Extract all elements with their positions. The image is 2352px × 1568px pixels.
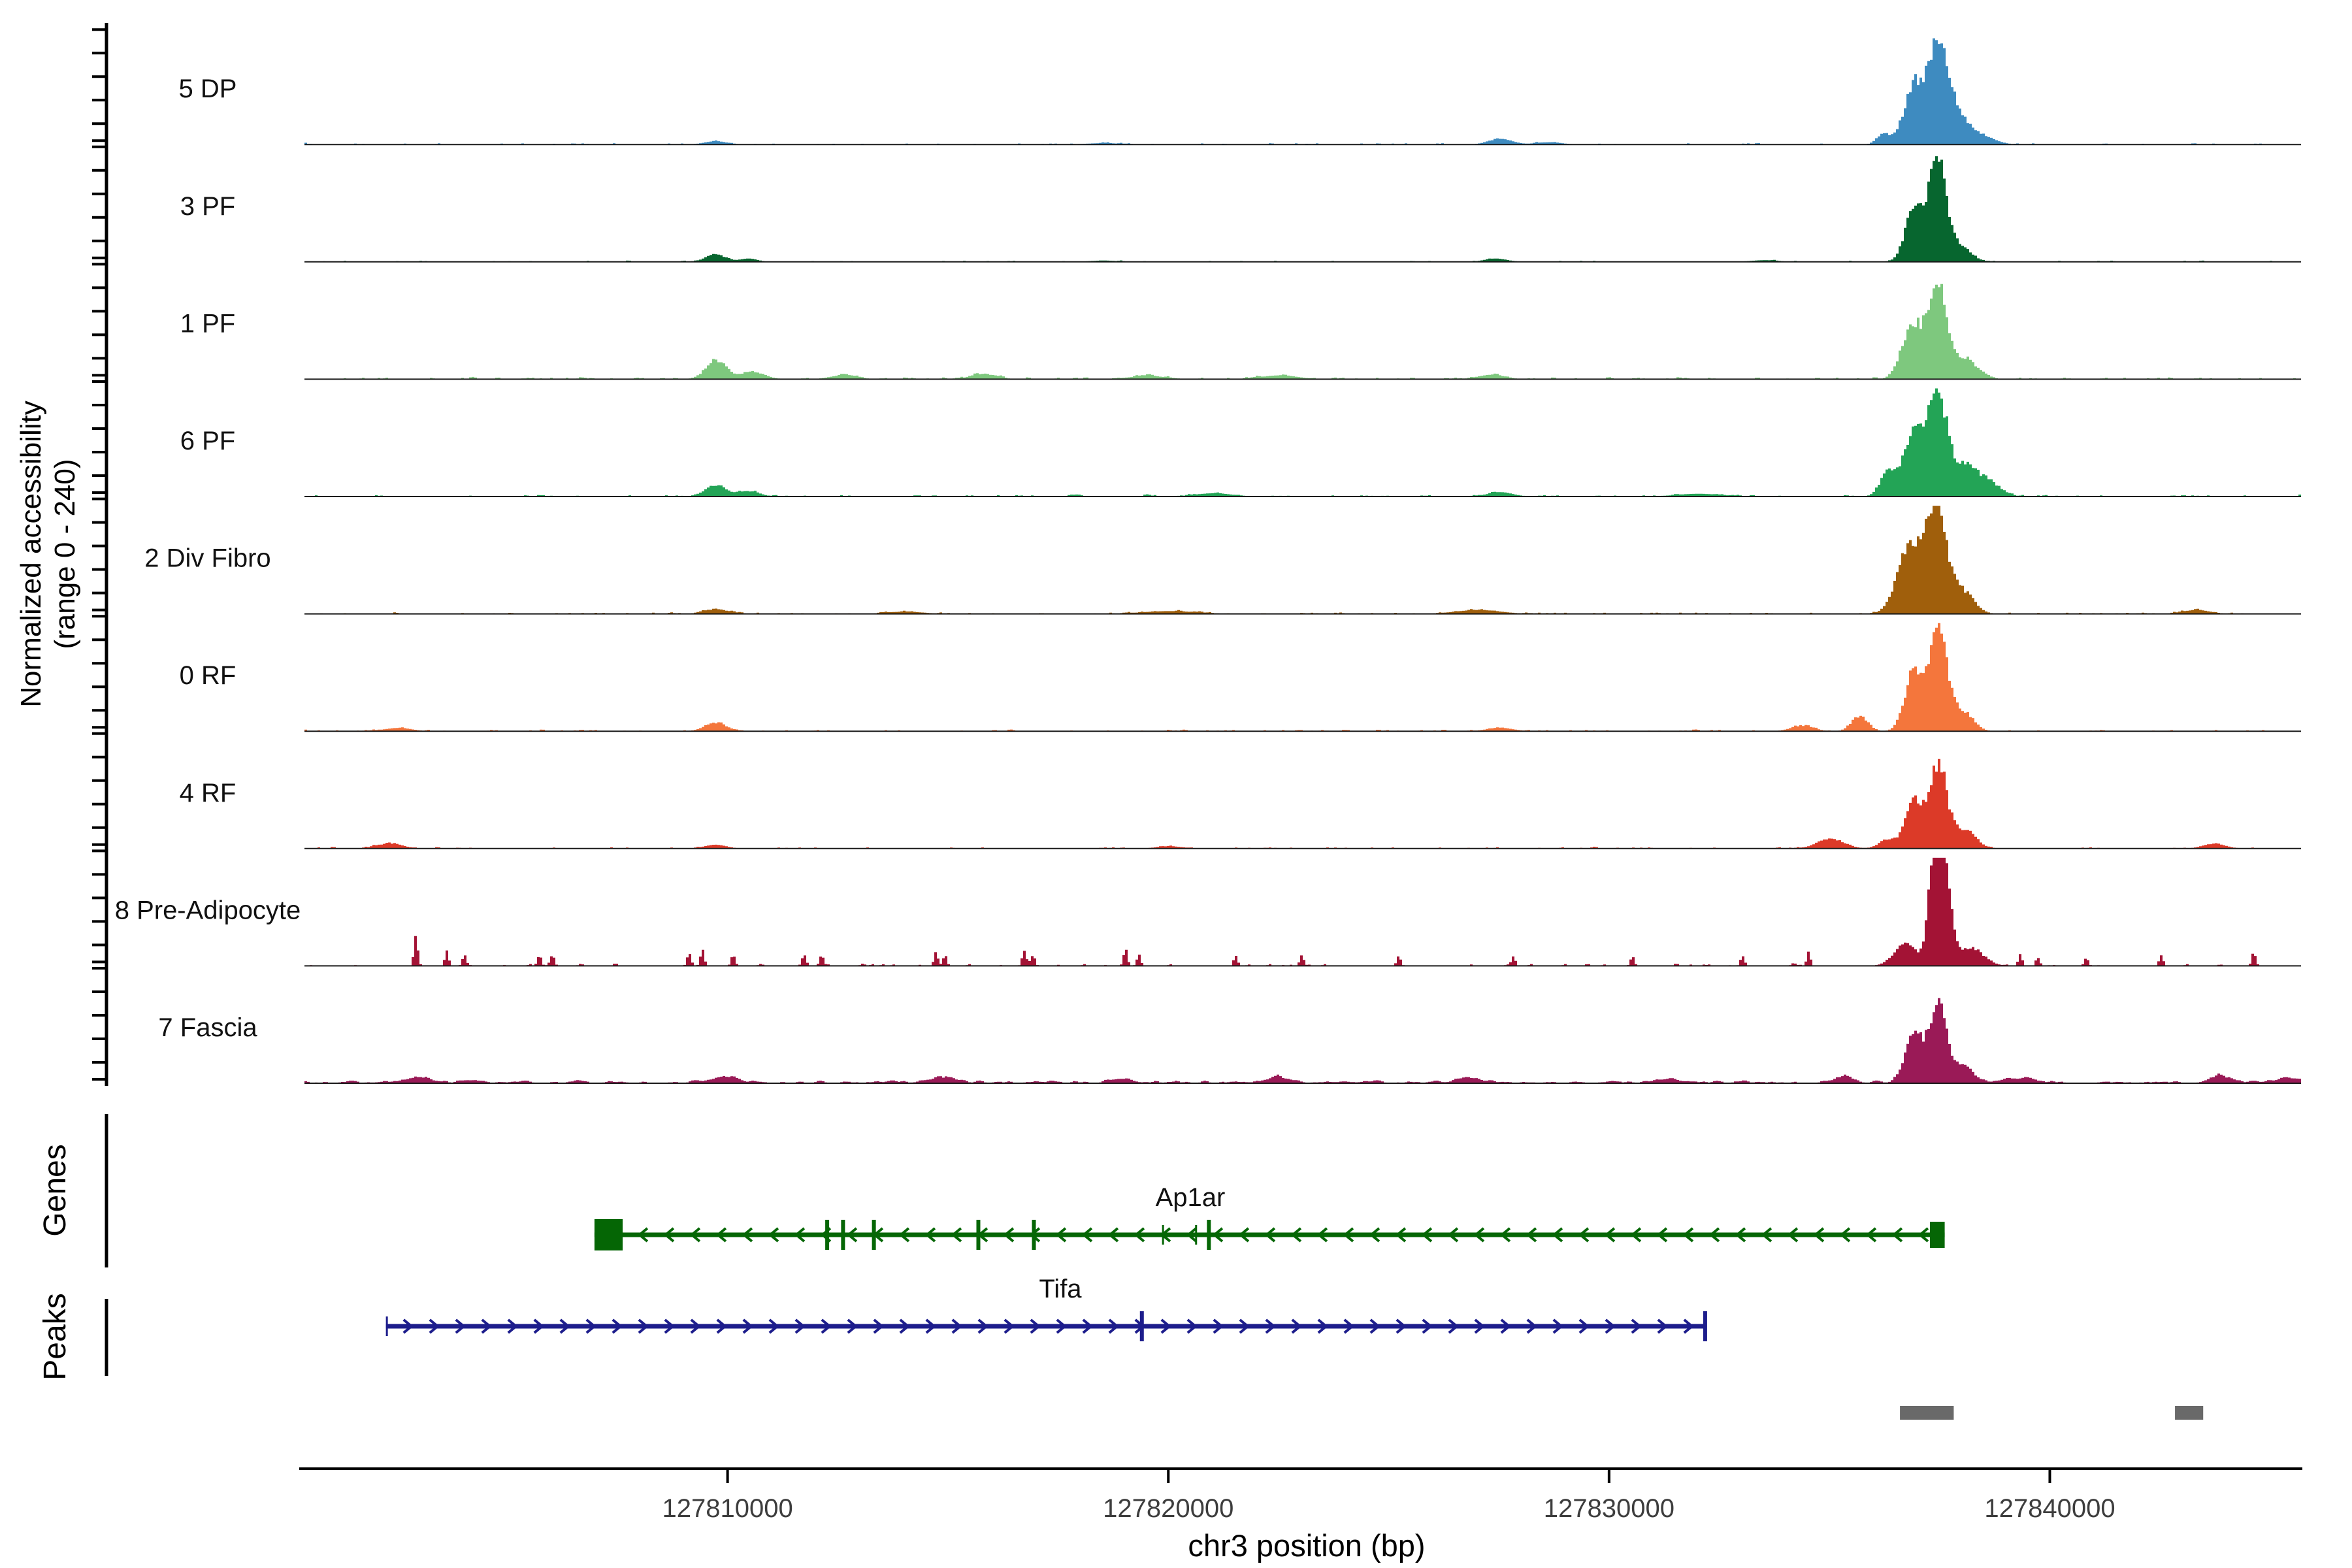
coverage-area bbox=[304, 39, 2301, 145]
coverage-track-6-pf: 6 PF bbox=[180, 389, 2301, 497]
coverage-track-2-div-fibro: 2 Div Fibro bbox=[144, 506, 2301, 614]
x-axis-tick-label: 127840000 bbox=[1984, 1494, 2115, 1523]
coverage-track-1-pf: 1 PF bbox=[180, 284, 2301, 380]
peaks-track bbox=[1900, 1406, 2203, 1420]
coverage-area bbox=[304, 998, 2301, 1083]
track-label: 2 Div Fibro bbox=[144, 544, 270, 573]
x-axis-tick-label: 127830000 bbox=[1544, 1494, 1674, 1523]
track-y-axis-bracket bbox=[92, 23, 106, 1086]
track-label: 5 DP bbox=[179, 74, 237, 103]
gene-model-tifa: Tifa bbox=[386, 1275, 1706, 1341]
coverage-track-3-pf: 3 PF bbox=[180, 156, 2301, 262]
coverage-area bbox=[304, 858, 2301, 966]
gene-name-label: Ap1ar bbox=[1156, 1183, 1226, 1212]
x-axis-title: chr3 position (bp) bbox=[1188, 1528, 1425, 1563]
gene-name-label: Tifa bbox=[1039, 1275, 1082, 1303]
coverage-track-7-fascia: 7 Fascia bbox=[158, 998, 2301, 1083]
y-axis-label-line1: Normalized accessibility bbox=[15, 400, 47, 707]
coverage-area bbox=[304, 623, 2301, 731]
coverage-area bbox=[304, 389, 2301, 497]
track-label: 1 PF bbox=[180, 309, 235, 338]
track-label: 3 PF bbox=[180, 192, 235, 221]
genes-section-label: Genes bbox=[38, 1144, 73, 1236]
gene-exon-box bbox=[595, 1219, 623, 1250]
coverage-track-5-dp: 5 DP bbox=[179, 39, 2301, 145]
coverage-track-0-rf: 0 RF bbox=[180, 623, 2301, 731]
track-label: 0 RF bbox=[180, 661, 237, 690]
x-axis-tick-label: 127810000 bbox=[662, 1494, 793, 1523]
y-axis-label-line2: (range 0 - 240) bbox=[49, 459, 81, 649]
plot-svg: 5 DP 3 PF 1 PF 6 PF 2 Div Fibro 0 RF 4 RF 8 Pre… bbox=[0, 0, 2352, 1568]
track-label: 4 RF bbox=[180, 779, 237, 808]
x-axis: 127810000 127820000 127830000 127840000 bbox=[299, 1469, 2302, 1523]
track-label: 8 Pre-Adipocyte bbox=[115, 896, 301, 924]
track-label: 6 PF bbox=[180, 427, 235, 455]
genome-browser-figure: 5 DP 3 PF 1 PF 6 PF 2 Div Fibro 0 RF 4 RF 8 Pre… bbox=[0, 0, 2352, 1568]
coverage-area bbox=[304, 506, 2301, 614]
x-axis-tick-label: 127820000 bbox=[1103, 1494, 1233, 1523]
peaks-section-label: Peaks bbox=[38, 1293, 73, 1380]
coverage-area bbox=[304, 156, 2301, 262]
track-label: 7 Fascia bbox=[158, 1013, 257, 1042]
gene-exon-box bbox=[1930, 1222, 1945, 1248]
gene-model-ap1ar: Ap1ar bbox=[595, 1183, 1945, 1250]
coverage-area bbox=[304, 759, 2301, 849]
peak-interval-box bbox=[2175, 1406, 2203, 1420]
peak-interval-box bbox=[1900, 1406, 1953, 1420]
coverage-track-4-rf: 4 RF bbox=[180, 759, 2301, 849]
coverage-track-8-pre-adipocyte: 8 Pre-Adipocyte bbox=[115, 858, 2301, 966]
coverage-area bbox=[304, 284, 2301, 380]
